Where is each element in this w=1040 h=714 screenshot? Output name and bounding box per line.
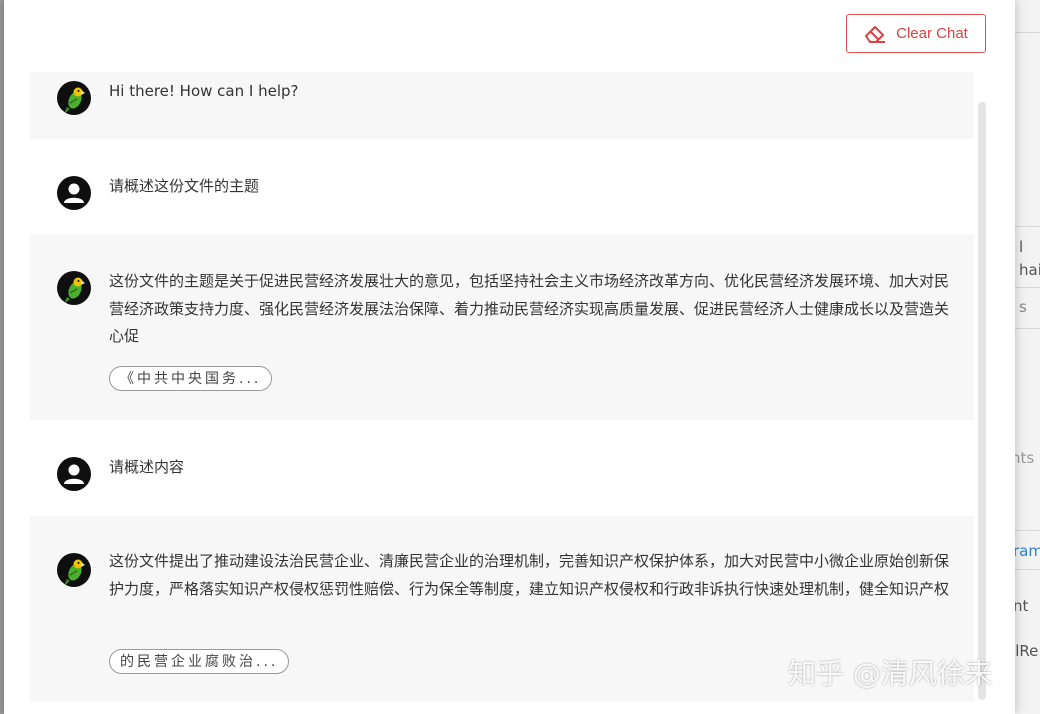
chat-scrollbar[interactable]: [978, 102, 986, 700]
source-chip[interactable]: 《中共中央国务...: [109, 366, 273, 391]
bot-message: 这份文件的主题是关于促进民营经济发展壮大的意见，包括坚持社会主义市场经济改革方向…: [30, 234, 974, 420]
message-text: 请概述内容: [109, 458, 185, 476]
chat-modal: Clear Chat Hi there! How can I help? 请概述…: [4, 0, 1015, 714]
background-text: ram: [1015, 542, 1040, 560]
divider: [1015, 569, 1040, 570]
background-text: l: [1019, 238, 1024, 256]
parrot-icon: [57, 271, 91, 305]
divider: [1015, 530, 1040, 531]
message-text: 这份文件提出了推动建设法治民营企业、清廉民营企业的治理机制，完善知识产权保护体系…: [109, 552, 950, 598]
divider: [1015, 328, 1040, 329]
background-text: alRe: [1015, 642, 1039, 660]
background-text: nt: [1015, 597, 1029, 615]
person-icon: [57, 457, 91, 491]
message-text: Hi there! How can I help?: [109, 82, 299, 100]
clear-chat-button[interactable]: Clear Chat: [846, 14, 986, 53]
divider: [1015, 32, 1040, 33]
divider: [1015, 226, 1040, 227]
user-message: 请概述内容: [30, 420, 974, 516]
message-text: 这份文件的主题是关于促进民营经济发展壮大的意见，包括坚持社会主义市场经济改革方向…: [109, 272, 950, 345]
chat-log: Hi there! How can I help? 请概述这份文件的主题 这份文…: [30, 72, 974, 702]
background-text: nts: [1015, 449, 1035, 467]
background-text: s: [1019, 298, 1027, 316]
person-icon: [57, 176, 91, 210]
watermark: 知乎 @清风徐来: [788, 657, 993, 690]
source-chip[interactable]: 的民营企业腐败治...: [109, 649, 290, 674]
eraser-icon: [864, 24, 886, 44]
background-app-right: l hai s nts ram nt alRe: [1015, 0, 1040, 714]
parrot-icon: [57, 81, 91, 115]
background-text: hai: [1019, 261, 1040, 279]
user-message: 请概述这份文件的主题: [30, 139, 974, 234]
clear-chat-label: Clear Chat: [896, 25, 968, 42]
parrot-icon: [57, 553, 91, 587]
divider: [1015, 287, 1040, 288]
message-text: 请概述这份文件的主题: [109, 177, 260, 195]
bot-message: Hi there! How can I help?: [30, 72, 974, 139]
